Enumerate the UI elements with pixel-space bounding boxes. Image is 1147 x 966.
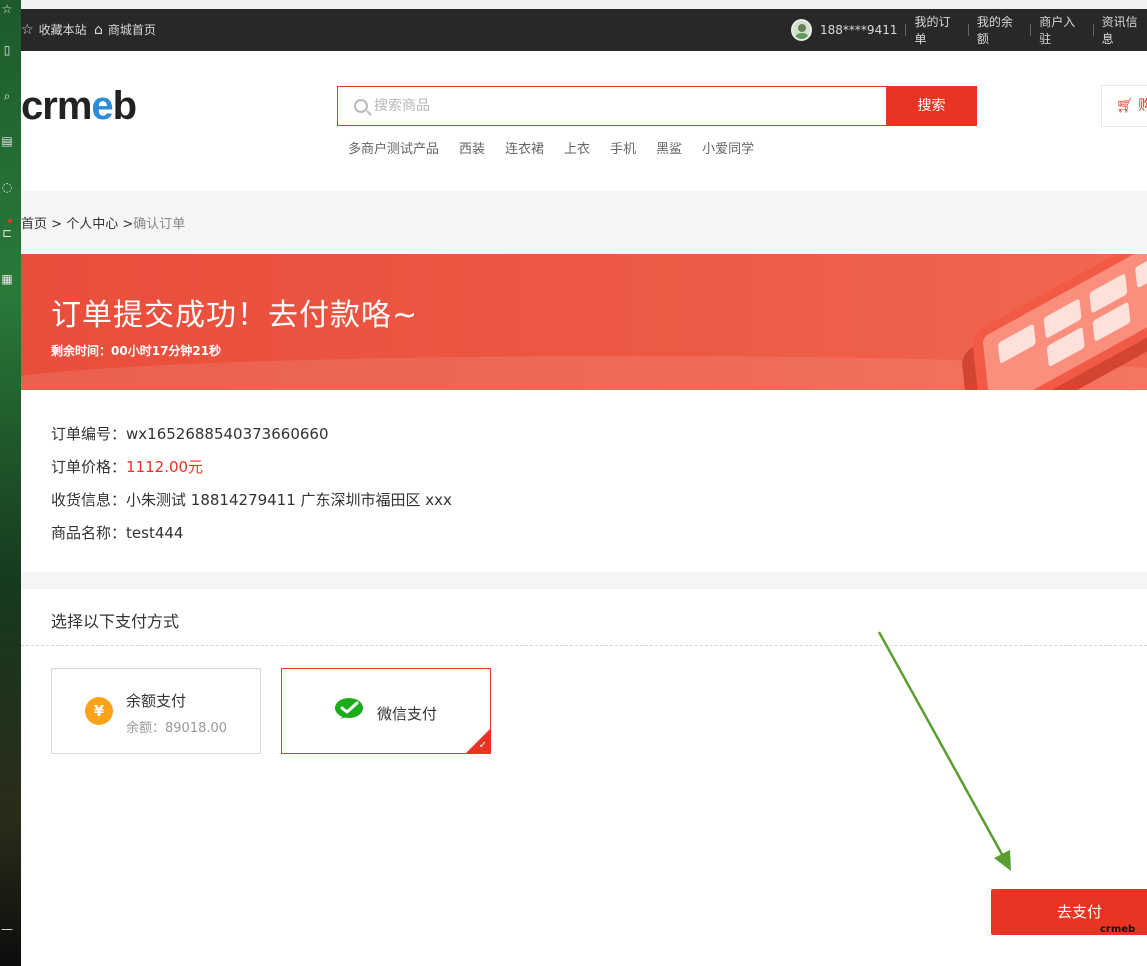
house-icon: ⌂ [94,22,103,38]
wechat-pay-label: 微信支付 [377,705,438,723]
check-icon: ✓ [478,740,487,751]
hot-word-link[interactable]: 小爱同学 [702,138,754,157]
countdown: 剩余时间：00小时17分钟21秒 [51,342,221,359]
bookmark-icon[interactable]: ▯ [0,43,14,57]
balance-pay-option[interactable]: ¥ 余额支付 余额：89018.00 [51,668,261,754]
star-icon: ☆ [21,22,34,38]
user-phone[interactable]: 188****9411 [820,23,897,37]
hot-word-link[interactable]: 西装 [459,138,485,157]
balance-pay-label: 余额支付 [126,692,187,710]
divider [1030,24,1032,36]
hot-word-link[interactable]: 黑鲨 [656,138,682,157]
breadcrumb-separator: > [47,217,67,232]
bookmarks-strip [21,0,1147,9]
logo-text: crm [21,84,92,128]
hot-word-link[interactable]: 上衣 [564,138,590,157]
hot-word-link[interactable]: 连衣裙 [505,138,544,157]
my-orders-link[interactable]: 我的订单 [914,13,959,47]
chat-icon[interactable]: ◌ [0,180,14,194]
payment-section-title: 选择以下支付方式 [51,612,180,631]
news-link[interactable]: 资讯信息 [1102,13,1147,47]
merchant-join-link[interactable]: 商户入驻 [1039,13,1084,47]
watermark: crmeb [1100,924,1136,935]
avatar[interactable] [791,19,813,41]
shipping-info-label: 收货信息： [51,491,127,509]
breadcrumb-home[interactable]: 首页 [21,217,47,232]
favorite-link[interactable]: ☆ 收藏本站 [21,9,87,51]
order-success-banner: 订单提交成功！去付款咯~ 剩余时间：00小时17分钟21秒 [21,254,1147,390]
breadcrumb-separator: > [118,217,134,232]
breadcrumb-user-center[interactable]: 个人中心 [66,217,118,232]
balance-amount: 余额：89018.00 [126,721,228,736]
breadcrumb: 首页 > 个人中心 >确认订单 [21,213,185,232]
product-name: test444 [126,524,184,542]
minus-icon[interactable]: — [0,922,14,936]
star-icon[interactable]: ☆ [0,2,14,16]
top-bar: ☆ 收藏本站 ⌂ 商城首页 188****9411 我的订单 我的余额 商户入驻… [21,9,1147,51]
search-box [337,86,887,126]
order-price: 1112.00元 [126,458,204,476]
divider [1092,24,1094,36]
translate-icon[interactable]: ▦ [0,272,14,286]
order-price-label: 订单价格： [51,458,127,476]
divider [21,645,1147,646]
countdown-label: 剩余时间： [51,344,112,358]
cart-label: 购 [1138,98,1147,114]
countdown-value: 00小时17分钟21秒 [111,344,222,358]
order-number: wx1652688540373660660 [126,425,329,443]
my-balance-link[interactable]: 我的余额 [977,13,1022,47]
calendar-icon[interactable]: ▤ [0,134,14,148]
cart-icon[interactable]: ⊏ [0,226,14,240]
hot-words: 多商户测试产品 西装 连衣裙 上衣 手机 黑鲨 小爱同学 [348,138,774,157]
wechat-icon [335,698,363,719]
home-link[interactable]: ⌂ 商城首页 [94,9,156,51]
order-info-panel: 订单编号：wx1652688540373660660 订单价格：1112.00元… [21,390,1147,572]
shipping-info-row: 收货信息：小朱测试 18814279411 广东深圳市福田区 xxx [51,489,452,510]
divider [905,24,907,36]
banner-title: 订单提交成功！去付款咯~ [51,298,419,333]
favorite-label: 收藏本站 [38,23,87,37]
order-number-label: 订单编号： [51,425,127,443]
cart-icon: 🛒︎ [1116,98,1134,114]
logo-text: b [112,84,137,128]
site-logo[interactable]: crmeb [21,84,137,129]
hot-word-link[interactable]: 手机 [610,138,636,157]
cart-button[interactable]: 🛒︎ 购 [1101,85,1147,127]
product-name-label: 商品名称： [51,524,127,542]
search-icon[interactable]: ⌕ [0,89,14,103]
desktop-side-strip: ☆ ▯ ⌕ ▤ ◌ ⊏ ▦ — [0,0,21,966]
search-icon [354,99,368,113]
hot-word-link[interactable]: 多商户测试产品 [348,138,439,157]
divider [967,24,969,36]
breadcrumb-current: 确认订单 [133,217,186,232]
search-input[interactable] [374,98,854,114]
notification-dot [8,219,12,223]
order-number-row: 订单编号：wx1652688540373660660 [51,423,329,444]
coin-icon: ¥ [85,697,113,725]
logo-text: e [91,84,113,128]
home-label: 商城首页 [107,23,156,37]
wechat-pay-option[interactable]: 微信支付 ✓ [281,668,491,754]
search-button[interactable]: 搜索 [886,86,977,126]
order-price-row: 订单价格：1112.00元 [51,456,203,477]
product-name-row: 商品名称：test444 [51,522,183,543]
shipping-info: 小朱测试 18814279411 广东深圳市福田区 xxx [126,491,452,509]
payment-panel: 选择以下支付方式 ¥ 余额支付 余额：89018.00 微信支付 ✓ [21,589,1147,966]
